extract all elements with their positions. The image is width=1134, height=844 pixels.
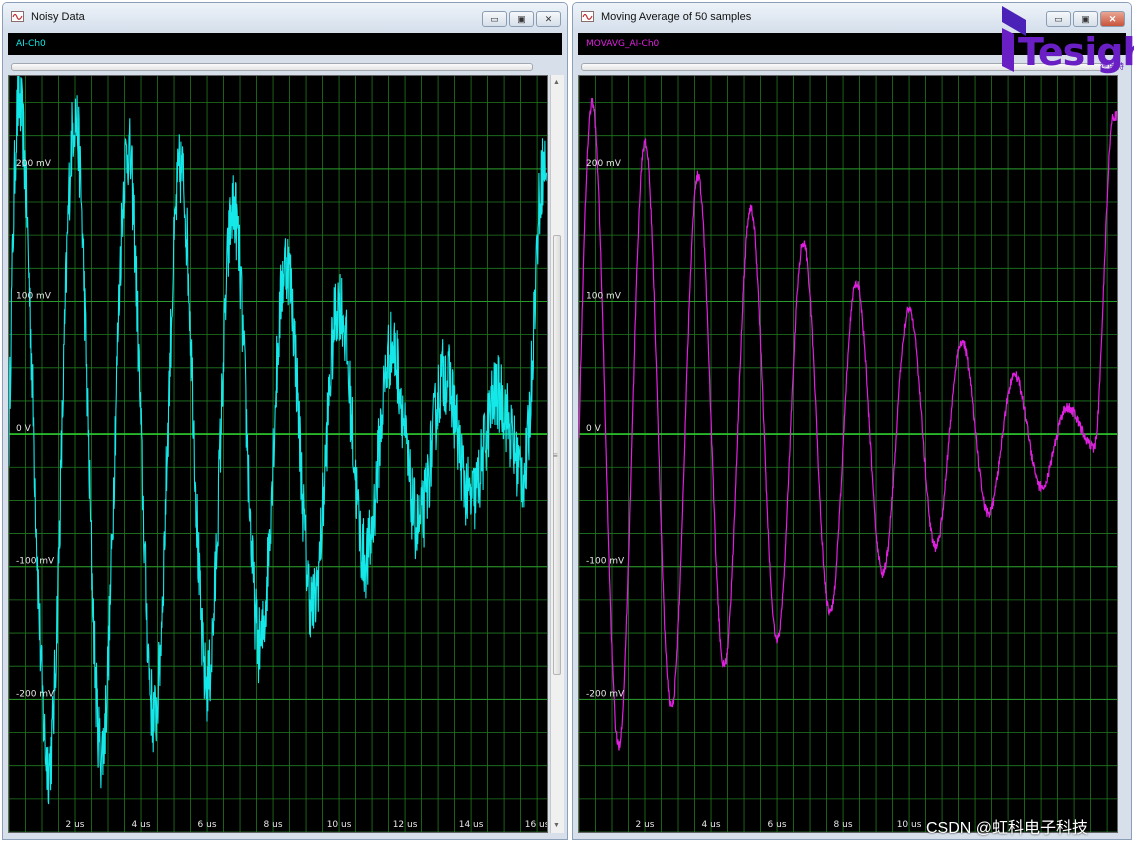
watermark: CSDN @虹科电子科技 (926, 820, 1089, 837)
y-tick-label: 0 V (16, 424, 32, 434)
window-title: Moving Average of 50 samples (601, 11, 752, 23)
y-tick-label: 200 mV (586, 159, 622, 169)
grip-icon: ≡ (553, 451, 558, 460)
x-tick-label: 6 us (198, 820, 217, 830)
y-tick-label: 200 mV (16, 159, 52, 169)
x-tick-label: 2 us (66, 820, 85, 830)
signal-trace (8, 67, 548, 805)
channel-bar: AI-Ch0 (8, 33, 562, 55)
scroll-down-icon[interactable]: ▼ (553, 822, 560, 829)
logo-subtitle: 德思特 (1100, 62, 1124, 71)
x-tick-label: 10 us (897, 820, 922, 830)
channel-label: AI-Ch0 (16, 39, 46, 49)
x-tick-label: 14 us (459, 820, 484, 830)
plot-area: 200 mV 100 mV 0 V -100 mV -200 mV 2 us 4 us 6 u… (8, 67, 550, 833)
title-bar[interactable]: Noisy Data ▭ ▣ ✕ (3, 3, 567, 31)
scroll-up-icon[interactable]: ▲ (553, 79, 560, 86)
horizontal-slider[interactable] (11, 63, 533, 71)
x-tick-label: 2 us (636, 820, 655, 830)
y-tick-label: 100 mV (586, 291, 622, 301)
signal-trace (578, 97, 1118, 751)
x-tick-label: 16 us (525, 820, 547, 830)
plot-area: 200 mV 100 mV 0 V -100 mV -200 mV 2 us 4 us 6 u… (578, 75, 1118, 833)
y-tick-label: -100 mV (16, 557, 55, 567)
tesight-logo: Tesight 德思特 (1000, 6, 1134, 74)
moving-average-chart: 200 mV 100 mV 0 V -100 mV -200 mV 2 us 4 us 6 u… (578, 76, 1118, 833)
x-tick-label: 10 us (327, 820, 352, 830)
graph-window-icon (581, 11, 594, 22)
x-tick-label: 8 us (264, 820, 283, 830)
y-tick-label: -100 mV (586, 557, 625, 567)
y-tick-label: -200 mV (586, 689, 625, 699)
graph-window-icon (11, 11, 24, 22)
channel-label: MOVAVG_AI-Ch0 (586, 39, 660, 49)
noisy-data-window: Noisy Data ▭ ▣ ✕ AI-Ch0 200 mV 100 mV 0 V -… (2, 2, 568, 840)
y-tick-label: -200 mV (16, 689, 55, 699)
minimize-button[interactable]: ▭ (482, 11, 507, 27)
maximize-button[interactable]: ▣ (509, 11, 534, 27)
moving-average-window: Moving Average of 50 samples ▭ ▣ ✕ MOVAV… (572, 2, 1132, 840)
x-tick-label: 6 us (768, 820, 787, 830)
noisy-data-chart: 200 mV 100 mV 0 V -100 mV -200 mV 2 us 4 us 6 u… (8, 67, 550, 833)
close-button[interactable]: ✕ (536, 11, 561, 27)
x-tick-label: 4 us (132, 820, 151, 830)
y-tick-label: 100 mV (16, 291, 52, 301)
x-tick-label: 12 us (393, 820, 418, 830)
y-tick-label: 0 V (586, 424, 602, 434)
x-tick-label: 4 us (702, 820, 721, 830)
vertical-scrollbar[interactable]: ▲ ≡ ▼ (550, 75, 564, 833)
window-title: Noisy Data (31, 11, 85, 23)
x-tick-label: 8 us (834, 820, 853, 830)
